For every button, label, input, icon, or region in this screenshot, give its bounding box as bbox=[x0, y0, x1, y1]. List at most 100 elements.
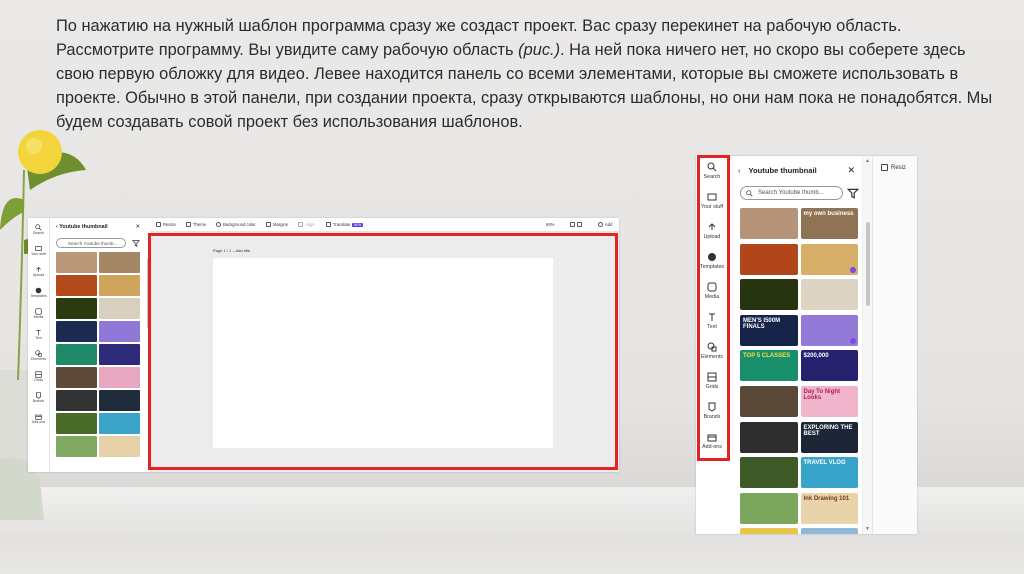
theme-icon bbox=[186, 222, 191, 227]
premium-crown-icon bbox=[850, 337, 856, 344]
align-icon bbox=[298, 222, 303, 227]
scrollbar-thumb[interactable] bbox=[866, 222, 870, 306]
panel-scrollbar[interactable]: ▲ ▼ bbox=[862, 156, 872, 534]
margins-icon bbox=[266, 222, 271, 227]
template-thumbnail[interactable]: Day To Night Looks bbox=[800, 385, 858, 417]
align-button[interactable]: Align bbox=[298, 222, 314, 227]
text-icon bbox=[36, 329, 41, 335]
canvas-edge: Resiz bbox=[872, 156, 917, 534]
template-thumbnail[interactable] bbox=[99, 252, 140, 273]
template-thumbnail[interactable]: TRAVEL VLOG bbox=[800, 457, 858, 489]
premium-crown-icon bbox=[850, 266, 856, 273]
plus-icon bbox=[598, 222, 603, 227]
rail-add-ons[interactable]: Add-ons bbox=[28, 408, 49, 428]
template-thumbnail[interactable] bbox=[56, 344, 97, 365]
duplicate-icon[interactable] bbox=[577, 222, 582, 227]
scroll-down-icon[interactable]: ▼ bbox=[865, 526, 871, 532]
search-input[interactable]: Search Youtube thumb... bbox=[740, 186, 843, 200]
add-page-button[interactable]: Add bbox=[598, 222, 612, 227]
template-thumbnail[interactable] bbox=[99, 367, 140, 388]
template-thumbnail[interactable] bbox=[99, 344, 140, 365]
rail-search[interactable]: Search bbox=[28, 219, 49, 239]
rail-elements[interactable]: Elements bbox=[28, 345, 49, 365]
template-grid: my own business MEN'S I500M FINALS TOP 5… bbox=[740, 208, 858, 534]
template-thumbnail[interactable] bbox=[800, 243, 858, 275]
background-color-button[interactable]: Background color bbox=[216, 222, 256, 227]
upload-icon bbox=[36, 266, 41, 272]
figure-reference: (рис.) bbox=[518, 41, 561, 59]
scroll-up-icon[interactable]: ▲ bbox=[865, 158, 871, 164]
toolbar-icons bbox=[570, 222, 582, 227]
instruction-paragraph: По нажатию на нужный шаблон программа ср… bbox=[56, 14, 996, 134]
template-thumbnail[interactable] bbox=[800, 528, 858, 534]
theme-button[interactable]: Theme bbox=[186, 222, 206, 227]
template-thumbnail[interactable] bbox=[740, 421, 798, 453]
panel-header: ‹ Youtube thumbnail ✕ bbox=[738, 165, 855, 176]
copy-icon[interactable] bbox=[570, 222, 575, 227]
filter-icon[interactable] bbox=[132, 239, 140, 247]
template-thumbnail[interactable] bbox=[56, 390, 97, 411]
template-thumbnail[interactable]: TOP 5 CLASSES bbox=[740, 350, 798, 382]
template-thumbnail[interactable] bbox=[56, 367, 97, 388]
template-thumbnail[interactable] bbox=[740, 492, 798, 524]
folder-icon bbox=[35, 245, 42, 251]
template-thumbnail[interactable] bbox=[740, 208, 798, 239]
resize-button[interactable]: Resize bbox=[156, 222, 176, 227]
template-thumbnail[interactable] bbox=[99, 390, 140, 411]
icon-rail-highlight-frame bbox=[697, 155, 730, 461]
translate-button[interactable]: Translate NEW bbox=[326, 222, 363, 227]
templates-icon bbox=[35, 287, 42, 293]
template-thumbnail[interactable] bbox=[99, 275, 140, 296]
template-thumbnail[interactable]: Ink Drawing 101 bbox=[800, 492, 858, 524]
template-thumbnail[interactable] bbox=[99, 413, 140, 434]
template-thumbnail[interactable] bbox=[56, 275, 97, 296]
template-thumbnail[interactable] bbox=[740, 385, 798, 417]
search-icon bbox=[35, 223, 42, 231]
filter-icon[interactable] bbox=[847, 187, 859, 199]
template-thumbnail[interactable]: EXPLORING THE BEST bbox=[800, 421, 858, 453]
media-icon bbox=[35, 307, 42, 315]
template-thumbnail[interactable] bbox=[56, 298, 97, 319]
add-ons-icon bbox=[35, 414, 42, 420]
back-arrow-icon[interactable]: ‹ bbox=[738, 166, 741, 175]
rail-grids[interactable]: Grids bbox=[28, 366, 49, 386]
close-icon[interactable]: ✕ bbox=[847, 165, 855, 176]
sidebar-templates-panel: ‹ Youtube thumbnail ✕ Search Youtube thumb… bbox=[728, 156, 862, 534]
template-thumbnail[interactable] bbox=[800, 279, 858, 311]
template-thumbnail[interactable] bbox=[99, 436, 140, 457]
template-thumbnail[interactable] bbox=[56, 252, 97, 273]
template-thumbnail[interactable] bbox=[740, 528, 798, 534]
resize-icon bbox=[881, 164, 888, 171]
translate-icon bbox=[326, 222, 331, 227]
template-thumbnail[interactable]: my own business bbox=[800, 208, 858, 239]
rail-text[interactable]: Text bbox=[28, 324, 49, 344]
new-badge: NEW bbox=[352, 222, 363, 227]
template-thumbnail[interactable] bbox=[56, 436, 97, 457]
template-thumbnail[interactable] bbox=[99, 298, 140, 319]
template-thumbnail[interactable] bbox=[99, 321, 140, 342]
template-thumbnail[interactable]: MEN'S I500M FINALS bbox=[740, 314, 798, 346]
panel-header: ‹ Youtube thumbnail ✕ bbox=[56, 224, 140, 230]
workspace-highlight-frame bbox=[148, 233, 618, 470]
editor-templates-panel: ‹ Youtube thumbnail ✕ Search Youtube thum… bbox=[50, 218, 147, 472]
rail-upload[interactable]: Upload bbox=[28, 261, 49, 281]
template-thumbnail[interactable] bbox=[740, 457, 798, 489]
template-thumbnail[interactable] bbox=[740, 243, 798, 275]
rail-your-stuff[interactable]: Your stuff bbox=[28, 240, 49, 260]
rail-media[interactable]: Media bbox=[28, 303, 49, 323]
search-icon bbox=[746, 190, 753, 197]
search-input[interactable]: Search Youtube thumb... bbox=[56, 238, 126, 248]
rail-brands[interactable]: Brands bbox=[28, 387, 49, 407]
zoom-select[interactable]: 84% bbox=[546, 222, 554, 227]
template-thumbnail[interactable] bbox=[800, 314, 858, 346]
margins-button[interactable]: Margins bbox=[266, 222, 288, 227]
close-icon[interactable]: ✕ bbox=[135, 224, 140, 230]
template-thumbnail[interactable] bbox=[56, 413, 97, 434]
template-thumbnail[interactable] bbox=[56, 321, 97, 342]
brand-icon bbox=[36, 391, 41, 399]
rail-templates[interactable]: Templates bbox=[28, 282, 49, 302]
resize-button[interactable]: Resiz bbox=[881, 164, 906, 171]
template-grid bbox=[56, 252, 140, 459]
template-thumbnail[interactable] bbox=[740, 279, 798, 311]
template-thumbnail[interactable]: $200,000 bbox=[800, 350, 858, 382]
